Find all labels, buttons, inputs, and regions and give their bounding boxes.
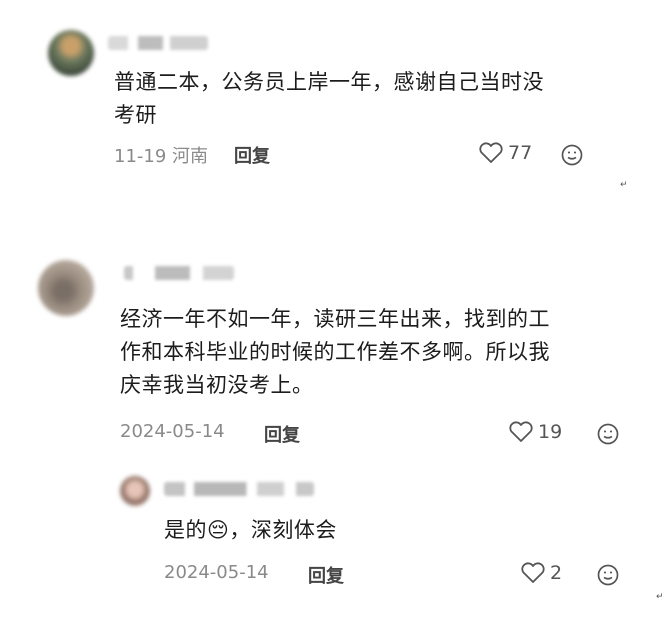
username-blurred[interactable]	[164, 482, 314, 498]
emoji-reaction-icon[interactable]	[560, 143, 584, 167]
comment-location: 河南	[172, 146, 209, 167]
avatar[interactable]	[120, 476, 150, 506]
comment-text: 经济一年不如一年，读研三年出来，找到的工 作和本科毕业的时候的工作差不多啊。所以…	[120, 307, 550, 397]
emoji-reaction-icon[interactable]	[596, 563, 620, 587]
pensive-emoji-icon: 😔	[207, 518, 230, 542]
comment-text: 普通二本，公务员上岸一年，感谢自己当时没 考研	[114, 70, 544, 127]
like-button[interactable]: 2	[520, 562, 562, 584]
cursor-mark: ↵	[620, 180, 628, 190]
avatar[interactable]	[48, 30, 94, 76]
reply-button[interactable]: 回复	[234, 142, 270, 168]
cursor-mark: ↵	[656, 592, 664, 602]
like-count: 77	[508, 142, 533, 164]
emoji-reaction-icon[interactable]	[596, 422, 620, 446]
comment-date: 2024-05-14	[120, 421, 225, 442]
heart-icon	[509, 421, 533, 442]
comment-date: 11-19 河南	[114, 146, 209, 167]
reply-text: 是的😔，深刻体会	[164, 518, 337, 542]
heart-icon	[521, 562, 545, 583]
avatar[interactable]	[38, 260, 94, 316]
like-count: 2	[550, 562, 563, 584]
reply-date: 2024-05-14	[164, 562, 269, 583]
username-blurred[interactable]	[108, 36, 208, 52]
reply-button[interactable]: 回复	[308, 562, 344, 588]
like-button[interactable]: 77	[478, 142, 532, 164]
like-count: 19	[538, 421, 563, 443]
username-blurred[interactable]	[124, 266, 234, 282]
reply-button[interactable]: 回复	[264, 421, 300, 447]
heart-icon	[479, 142, 503, 163]
like-button[interactable]: 19	[508, 421, 562, 443]
